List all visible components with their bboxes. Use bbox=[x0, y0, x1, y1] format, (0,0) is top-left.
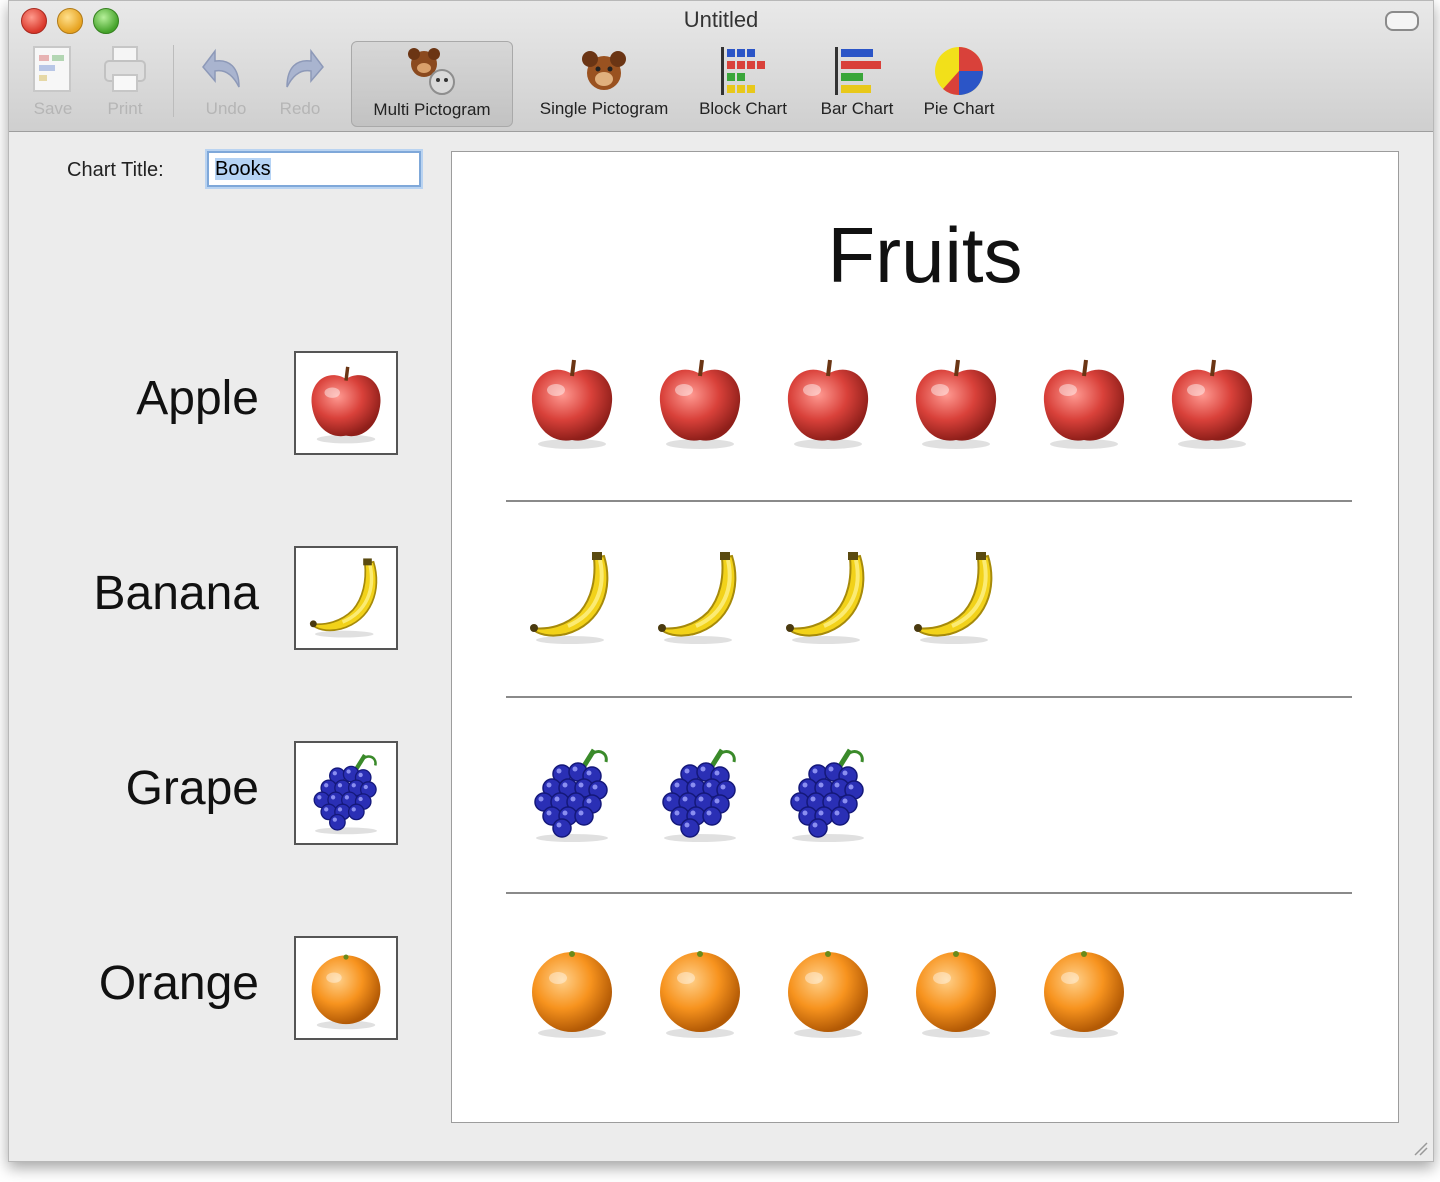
toolbar-toggle-button[interactable] bbox=[1385, 11, 1419, 31]
row-divider bbox=[506, 500, 1352, 502]
pictogram-mark-orange-5 bbox=[1034, 940, 1134, 1040]
pictogram-mark-grape-1 bbox=[522, 744, 622, 844]
chart-title-label: Chart Title: bbox=[67, 159, 164, 182]
category-icon-well-orange[interactable] bbox=[294, 936, 398, 1040]
save-icon bbox=[30, 43, 76, 97]
redo-icon bbox=[273, 43, 327, 97]
pictogram-mark-banana-4 bbox=[906, 548, 1006, 648]
redo-label: Redo bbox=[265, 99, 335, 119]
chart-title-value: Books bbox=[215, 158, 271, 180]
pictogram-mark-orange-4 bbox=[906, 940, 1006, 1040]
pictogram-mark-grape-3 bbox=[778, 744, 878, 844]
single-pictogram-label: Single Pictogram bbox=[521, 99, 687, 119]
bar-chart-label: Bar Chart bbox=[811, 99, 903, 119]
multi-pictogram-icon bbox=[400, 46, 464, 102]
category-label-banana: Banana bbox=[69, 566, 259, 621]
category-icon-well-grape[interactable] bbox=[294, 741, 398, 845]
pictogram-mark-banana-3 bbox=[778, 548, 878, 648]
resize-grip-icon[interactable] bbox=[1413, 1141, 1429, 1157]
pie-chart-label: Pie Chart bbox=[913, 99, 1005, 119]
pictogram-mark-orange-2 bbox=[650, 940, 750, 1040]
category-label-orange: Orange bbox=[69, 956, 259, 1011]
pictogram-mark-orange-1 bbox=[522, 940, 622, 1040]
orange-icon bbox=[303, 945, 389, 1031]
apple-icon bbox=[303, 360, 389, 446]
block-chart-icon bbox=[715, 43, 771, 99]
save-label: Save bbox=[21, 99, 85, 119]
pictogram-mark-orange-3 bbox=[778, 940, 878, 1040]
save-button[interactable]: Save bbox=[21, 39, 85, 125]
bar-chart-icon bbox=[829, 43, 885, 99]
single-pictogram-button[interactable]: Single Pictogram bbox=[521, 39, 687, 125]
single-pictogram-icon bbox=[576, 43, 632, 99]
block-chart-button[interactable]: Block Chart bbox=[691, 39, 795, 125]
grape-icon bbox=[303, 750, 389, 836]
print-label: Print bbox=[93, 99, 157, 119]
pictogram-mark-grape-2 bbox=[650, 744, 750, 844]
print-icon bbox=[100, 43, 150, 97]
pictogram-mark-apple-3 bbox=[778, 352, 878, 452]
redo-button[interactable]: Redo bbox=[265, 39, 335, 125]
app-window: Untitled Save Print bbox=[8, 0, 1434, 1162]
pictogram-mark-apple-2 bbox=[650, 352, 750, 452]
toolbar-separator bbox=[173, 45, 174, 117]
row-divider bbox=[506, 892, 1352, 894]
undo-button[interactable]: Undo bbox=[191, 39, 261, 125]
category-icon-well-apple[interactable] bbox=[294, 351, 398, 455]
pictogram-mark-banana-2 bbox=[650, 548, 750, 648]
multi-pictogram-button[interactable]: Multi Pictogram bbox=[351, 41, 513, 127]
category-label-apple: Apple bbox=[69, 371, 259, 426]
undo-icon bbox=[199, 43, 253, 97]
print-button[interactable]: Print bbox=[93, 39, 157, 125]
chart-title: Fruits bbox=[452, 210, 1398, 301]
category-label-grape: Grape bbox=[69, 761, 259, 816]
row-divider bbox=[506, 696, 1352, 698]
pie-chart-icon bbox=[931, 43, 987, 99]
block-chart-label: Block Chart bbox=[691, 99, 795, 119]
toolbar: Untitled Save Print bbox=[9, 1, 1433, 132]
pie-chart-button[interactable]: Pie Chart bbox=[913, 39, 1005, 125]
pictogram-mark-apple-1 bbox=[522, 352, 622, 452]
banana-icon bbox=[303, 555, 389, 641]
chart-title-input[interactable]: Books bbox=[207, 151, 421, 187]
pictogram-mark-apple-4 bbox=[906, 352, 1006, 452]
bar-chart-button[interactable]: Bar Chart bbox=[811, 39, 903, 125]
window-title: Untitled bbox=[9, 7, 1433, 33]
chart-canvas: Fruits bbox=[451, 151, 1399, 1123]
undo-label: Undo bbox=[191, 99, 261, 119]
pictogram-mark-apple-5 bbox=[1034, 352, 1134, 452]
multi-pictogram-label: Multi Pictogram bbox=[352, 100, 512, 120]
category-icon-well-banana[interactable] bbox=[294, 546, 398, 650]
pictogram-mark-apple-6 bbox=[1162, 352, 1262, 452]
pictogram-mark-banana-1 bbox=[522, 548, 622, 648]
